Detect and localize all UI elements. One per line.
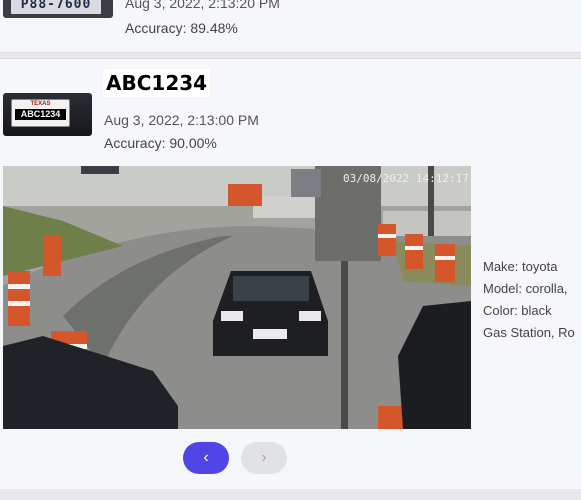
photo-timestamp: 03/08/2022 14:12:17 [343,172,469,185]
detection-date: Aug 3, 2022, 2:13:00 PM [104,112,259,128]
previous-image-button[interactable]: ‹ [183,442,229,474]
chevron-left-icon: ‹ [203,449,209,466]
chevron-right-icon: › [261,449,267,466]
vehicle-make: Make: toyota [483,259,558,274]
previous-plate-text: P88-7600 [11,0,101,14]
plate-number: ABC1234 [103,69,211,97]
vehicle-model: Model: corolla, [483,281,568,296]
plate-state: TEXAS [30,101,51,107]
road-scene-image [3,166,471,429]
plate-number-image-text: ABC1234 [15,109,66,120]
vehicle-details: Make: toyota Model: corolla, Color: blac… [483,256,575,344]
plate-image: TEXAS ABC1234 [11,99,70,127]
image-pagination: ‹ › [0,442,470,476]
vehicle-color: Color: black [483,303,552,318]
vehicle-location: Gas Station, Ro [483,325,575,340]
capture-photo[interactable]: 03/08/2022 14:12:17 [3,166,471,429]
accuracy: Accuracy: 90.00% [104,135,217,151]
previous-detection-date: Aug 3, 2022, 2:13:20 PM [125,0,280,11]
previous-result-card: P88-7600 Aug 3, 2022, 2:13:20 PM Accurac… [0,0,581,53]
result-card: TEXAS ABC1234 ABC1234 Aug 3, 2022, 2:13:… [0,58,581,489]
previous-plate-thumbnail[interactable]: P88-7600 [3,0,113,18]
previous-accuracy: Accuracy: 89.48% [125,20,238,36]
next-image-button[interactable]: › [241,442,287,474]
plate-thumbnail[interactable]: TEXAS ABC1234 [3,93,92,136]
